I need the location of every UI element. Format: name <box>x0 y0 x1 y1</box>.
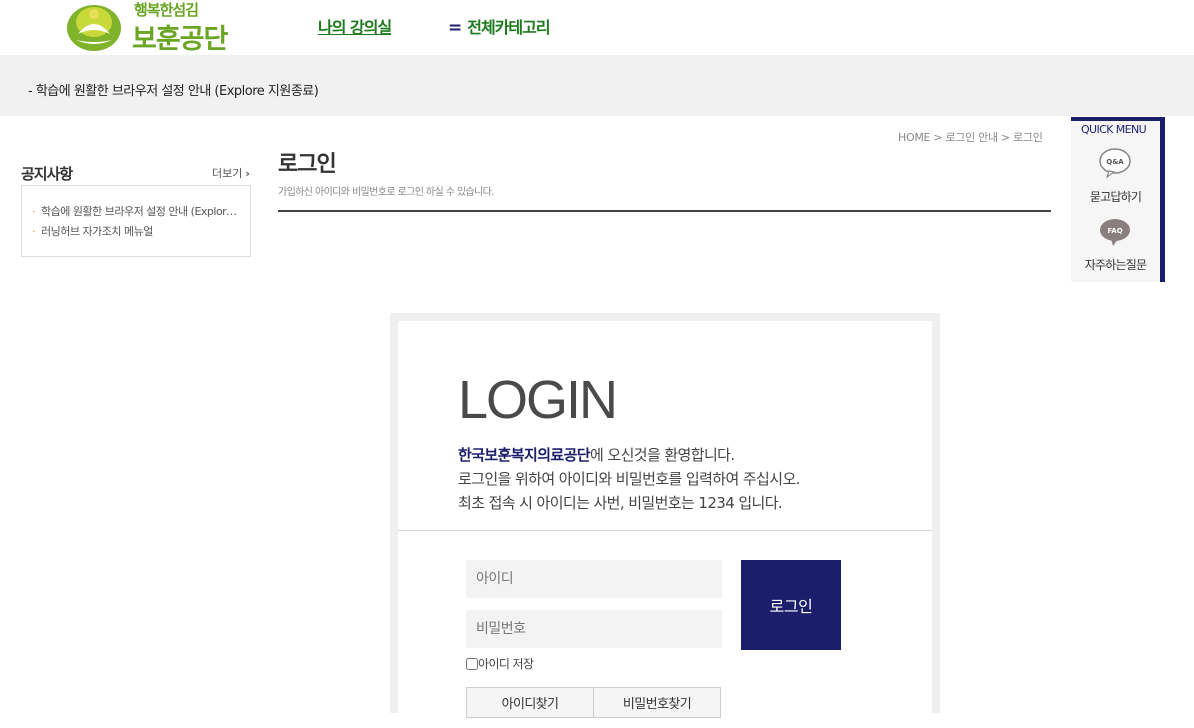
login-panel: LOGIN 한국보훈복지의료공단에 오신것을 환영합니다. 로그인을 위하여 아… <box>390 313 940 718</box>
nav-all-category-label: 전체카테고리 <box>467 18 550 37</box>
header: 행복한섬김 보훈공단 나의 강의실 = 전체카테고리 <box>0 0 1194 55</box>
logo-title: 보훈공단 <box>132 24 228 55</box>
password-input[interactable] <box>466 610 722 648</box>
login-message: 한국보훈복지의료공단에 오신것을 환영합니다. 로그인을 위하여 아이디와 비밀… <box>458 443 800 515</box>
quick-menu: QUICK MENU Q&A 묻고답하기 FAQ 자주하는질문 <box>1071 117 1165 282</box>
notice-item[interactable]: · 러닝허브 자가조치 메뉴얼 <box>32 222 240 242</box>
notice-more-link[interactable]: 더보기 › <box>212 165 250 181</box>
quick-qa-link[interactable]: 묻고답하기 <box>1071 188 1160 205</box>
notice-bar: - 학습에 원활한 브라우저 설정 안내 (Explore 지원종료) <box>0 55 1194 116</box>
notice-item-label: 러닝허브 자가조치 메뉴얼 <box>41 225 153 238</box>
login-button[interactable]: 로그인 <box>741 560 841 650</box>
title-divider <box>278 210 1051 212</box>
notice-list: · 학습에 원활한 브라우저 설정 안내 (Explore 지원종료) · 러닝허브… <box>21 185 251 257</box>
notice-item-label: 학습에 원활한 브라우저 설정 안내 (Explore 지원종료) <box>41 205 240 218</box>
page-title: 로그인 <box>278 152 337 177</box>
welcome-text: 에 오신것을 환영합니다. <box>590 446 735 464</box>
menu-icon: = <box>448 18 462 38</box>
quick-faq-link[interactable]: 자주하는질문 <box>1071 256 1160 273</box>
chevron-right-icon: › <box>245 167 250 180</box>
notice-item[interactable]: · 학습에 원활한 브라우저 설정 안내 (Explore 지원종료) <box>32 202 240 222</box>
qa-bubble-icon[interactable]: Q&A <box>1099 148 1131 178</box>
bullet-icon: · <box>32 205 36 218</box>
breadcrumb: HOME > 로그인 안내 > 로그인 <box>898 131 1043 144</box>
faq-bubble-icon[interactable]: FAQ <box>1099 218 1131 248</box>
faq-icon-text: FAQ <box>1107 227 1122 235</box>
logo-mark-icon <box>67 5 121 51</box>
qa-icon-text: Q&A <box>1106 158 1124 166</box>
save-id-label: 아이디 저장 <box>478 657 534 671</box>
nav-all-category[interactable]: = 전체카테고리 <box>448 14 551 38</box>
logo[interactable]: 행복한섬김 보훈공단 <box>66 0 236 55</box>
login-heading: LOGIN <box>458 370 618 430</box>
save-id-checkbox[interactable] <box>466 657 478 670</box>
notice-bar-link[interactable]: - 학습에 원활한 브라우저 설정 안내 (Explore 지원종료) <box>28 80 319 99</box>
bullet-icon: · <box>32 225 36 238</box>
find-id-button[interactable]: 아이디찾기 <box>466 687 594 718</box>
notice-more-label: 더보기 <box>212 167 243 180</box>
page-description: 가입하신 아이디와 비밀번호로 로그인 하실 수 있습니다. <box>278 187 494 198</box>
notice-title: 공지사항 <box>21 165 73 183</box>
save-id-option[interactable]: 아이디 저장 <box>466 655 534 672</box>
login-divider <box>398 530 932 531</box>
find-password-button[interactable]: 비밀번호찾기 <box>593 687 721 718</box>
id-input[interactable] <box>466 560 722 598</box>
org-name: 한국보훈복지의료공단 <box>458 446 591 464</box>
login-instruction: 로그인을 위하여 아이디와 비밀번호를 입력하여 주십시오. <box>458 470 800 488</box>
login-panel-inner: LOGIN 한국보훈복지의료공단에 오신것을 환영합니다. 로그인을 위하여 아… <box>398 321 932 718</box>
nav-my-course[interactable]: 나의 강의실 <box>318 14 392 38</box>
first-login-hint: 최초 접속 시 아이디는 사번, 비밀번호는 1234 입니다. <box>458 494 783 512</box>
quick-menu-title: QUICK MENU <box>1081 123 1147 136</box>
